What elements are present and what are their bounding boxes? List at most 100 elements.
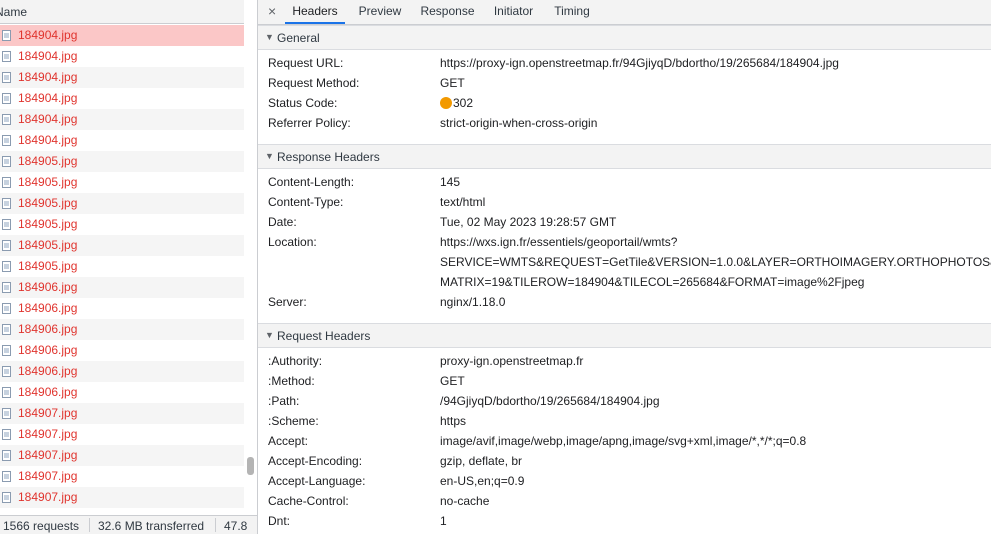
header-row: :Authority: proxy-ign.openstreetmap.fr: [258, 351, 991, 371]
request-row[interactable]: 184907.jpg: [0, 466, 244, 487]
header-value[interactable]: MATRIX=19&TILEROW=184904&TILECOL=265684&…: [440, 275, 864, 289]
image-file-icon: [2, 30, 11, 41]
request-row[interactable]: 184905.jpg: [0, 235, 244, 256]
transferred-size: 32.6 MB transferred: [98, 519, 205, 533]
request-count: 1566 requests: [3, 519, 80, 533]
header-key: :Path:: [268, 394, 300, 408]
request-row[interactable]: 184907.jpg: [0, 424, 244, 445]
request-row[interactable]: 184906.jpg: [0, 319, 244, 340]
header-key: Accept-Encoding:: [268, 454, 363, 468]
request-name: 184906.jpg: [18, 385, 78, 399]
image-file-icon: [2, 429, 11, 440]
request-headers-title: Request Headers: [277, 329, 371, 343]
request-name: 184904.jpg: [18, 28, 78, 42]
response-headers-section-header[interactable]: ▼ Response Headers: [258, 144, 991, 169]
header-row: Content-Length: 145: [258, 172, 991, 192]
image-file-icon: [2, 366, 11, 377]
request-row[interactable]: 184906.jpg: [0, 361, 244, 382]
status-code-text: 302: [453, 96, 474, 110]
header-value[interactable]: en-US,en;q=0.9: [440, 474, 524, 488]
header-value[interactable]: GET: [440, 76, 465, 90]
request-row[interactable]: 184905.jpg: [0, 256, 244, 277]
image-file-icon: [2, 408, 11, 419]
request-name: 184907.jpg: [18, 490, 78, 504]
header-value[interactable]: no-cache: [440, 494, 489, 508]
header-row: SERVICE=WMTS&REQUEST=GetTile&VERSION=1.0…: [258, 252, 991, 272]
request-name: 184905.jpg: [18, 238, 78, 252]
request-row[interactable]: 184905.jpg: [0, 151, 244, 172]
header-key: Server:: [268, 295, 307, 309]
image-file-icon: [2, 114, 11, 125]
image-file-icon: [2, 177, 11, 188]
status-code-value[interactable]: 302: [440, 96, 473, 110]
header-row: Server: nginx/1.18.0: [258, 292, 991, 312]
request-headers-section-header[interactable]: ▼ Request Headers: [258, 323, 991, 348]
request-row[interactable]: 184907.jpg: [0, 445, 244, 466]
request-row[interactable]: 184904.jpg: [0, 67, 244, 88]
request-name: 184905.jpg: [18, 196, 78, 210]
header-value[interactable]: gzip, deflate, br: [440, 454, 522, 468]
request-row[interactable]: 184905.jpg: [0, 193, 244, 214]
request-row[interactable]: 184904.jpg: [0, 46, 244, 67]
left-scrollbar-thumb[interactable]: [247, 457, 254, 475]
header-value[interactable]: Tue, 02 May 2023 19:28:57 GMT: [440, 215, 616, 229]
image-file-icon: [2, 492, 11, 503]
request-row[interactable]: 184905.jpg: [0, 172, 244, 193]
header-value[interactable]: 1: [440, 514, 447, 528]
general-section-header[interactable]: ▼ General: [258, 25, 991, 50]
close-icon[interactable]: ×: [268, 3, 276, 19]
header-value[interactable]: nginx/1.18.0: [440, 295, 505, 309]
name-column-label: Name: [0, 5, 28, 19]
image-file-icon: [2, 387, 11, 398]
header-value[interactable]: 145: [440, 175, 460, 189]
request-name: 184904.jpg: [18, 112, 78, 126]
header-value[interactable]: https://proxy-ign.openstreetmap.fr/94Gji…: [440, 56, 839, 70]
left-scrollbar-track[interactable]: [244, 0, 257, 515]
header-row: :Method: GET: [258, 371, 991, 391]
header-value[interactable]: SERVICE=WMTS&REQUEST=GetTile&VERSION=1.0…: [440, 255, 991, 269]
request-row[interactable]: 184904.jpg: [0, 25, 244, 46]
request-row[interactable]: 184906.jpg: [0, 340, 244, 361]
header-value[interactable]: https: [440, 414, 466, 428]
request-row[interactable]: 184904.jpg: [0, 88, 244, 109]
request-row[interactable]: 184906.jpg: [0, 382, 244, 403]
request-row[interactable]: 184904.jpg: [0, 109, 244, 130]
request-row[interactable]: 184906.jpg: [0, 277, 244, 298]
request-row[interactable]: 184907.jpg: [0, 403, 244, 424]
header-row: Location: https://wxs.ign.fr/essentiels/g…: [258, 232, 991, 252]
header-key: Request URL:: [268, 56, 344, 70]
header-value[interactable]: /94GjiyqD/bdortho/19/265684/184904.jpg: [440, 394, 660, 408]
tab-initiator[interactable]: Initiator: [487, 0, 540, 24]
image-file-icon: [2, 324, 11, 335]
details-tabbar: × Headers Preview Response Initiator Tim…: [258, 0, 991, 25]
header-key: :Authority:: [268, 354, 323, 368]
header-value[interactable]: https://wxs.ign.fr/essentiels/geoportail…: [440, 235, 677, 249]
image-file-icon: [2, 51, 11, 62]
header-value[interactable]: GET: [440, 374, 465, 388]
tab-preview[interactable]: Preview: [352, 0, 408, 24]
request-row[interactable]: 184905.jpg: [0, 214, 244, 235]
header-value[interactable]: proxy-ign.openstreetmap.fr: [440, 354, 583, 368]
header-key: Referrer Policy:: [268, 116, 351, 130]
header-row: Date: Tue, 02 May 2023 19:28:57 GMT: [258, 212, 991, 232]
request-row[interactable]: 184904.jpg: [0, 130, 244, 151]
header-row: Cache-Control: no-cache: [258, 491, 991, 511]
header-value[interactable]: text/html: [440, 195, 485, 209]
header-value[interactable]: image/avif,image/webp,image/apng,image/s…: [440, 434, 806, 448]
request-row[interactable]: 184906.jpg: [0, 298, 244, 319]
header-row: Accept: image/avif,image/webp,image/apng,…: [258, 431, 991, 451]
header-key: Content-Length:: [268, 175, 355, 189]
request-name: 184906.jpg: [18, 343, 78, 357]
tab-headers[interactable]: Headers: [285, 0, 345, 24]
image-file-icon: [2, 450, 11, 461]
header-key: Accept-Language:: [268, 474, 366, 488]
image-file-icon: [2, 261, 11, 272]
request-row[interactable]: 184907.jpg: [0, 487, 244, 508]
header-row: Accept-Encoding: gzip, deflate, br: [258, 451, 991, 471]
image-file-icon: [2, 93, 11, 104]
tab-timing[interactable]: Timing: [547, 0, 597, 24]
request-name: 184906.jpg: [18, 301, 78, 315]
name-column-header[interactable]: Name: [0, 0, 244, 24]
tab-response[interactable]: Response: [414, 0, 481, 24]
header-value[interactable]: strict-origin-when-cross-origin: [440, 116, 597, 130]
